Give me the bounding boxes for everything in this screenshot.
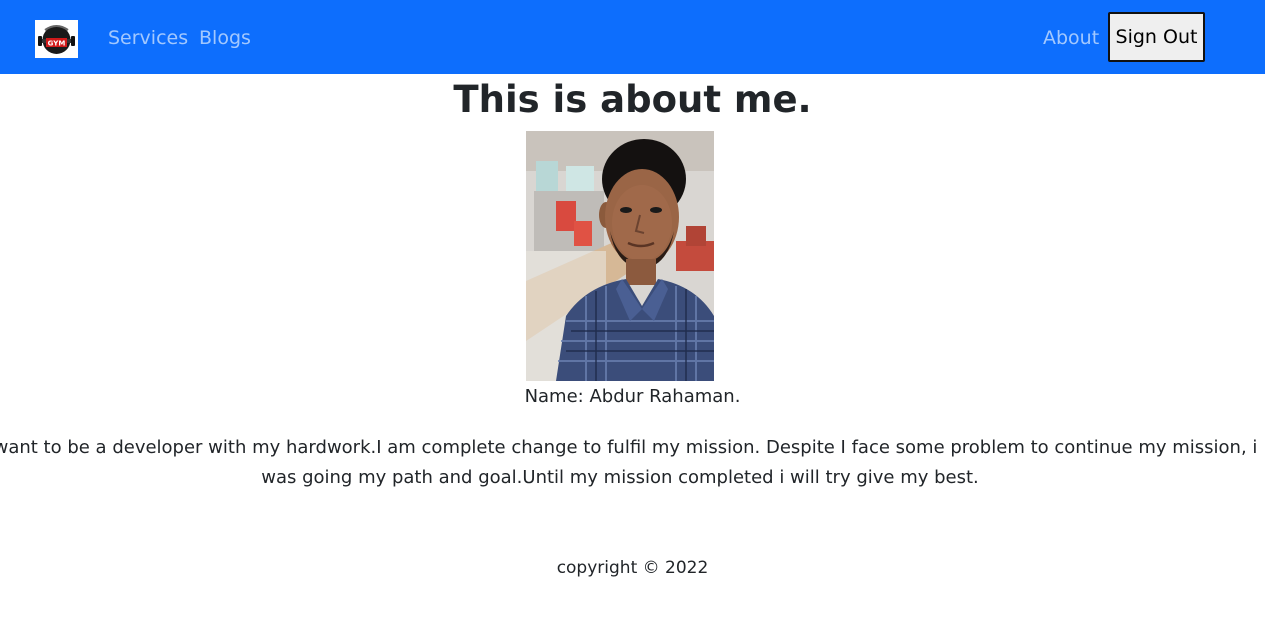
nav-about-link[interactable]: About — [1043, 24, 1099, 52]
gym-logo[interactable]: GYM — [35, 20, 78, 58]
page-title: This is about me. — [453, 78, 812, 121]
about-paragraph: I want to be a developer with my hardwor… — [0, 437, 1258, 488]
profile-name: Name: Abdur Rahaman. — [524, 386, 741, 407]
gym-logo-icon: GYM — [35, 20, 78, 58]
sign-out-button[interactable]: Sign Out — [1108, 12, 1205, 62]
profile-photo — [526, 131, 714, 381]
logo-text: GYM — [48, 40, 66, 48]
footer-copyright: copyright © 2022 — [556, 558, 709, 578]
navbar: GYM Services Blogs About Sign Out — [0, 0, 1265, 74]
nav-blogs-link[interactable]: Blogs — [199, 24, 251, 52]
nav-services-link[interactable]: Services — [108, 24, 188, 52]
